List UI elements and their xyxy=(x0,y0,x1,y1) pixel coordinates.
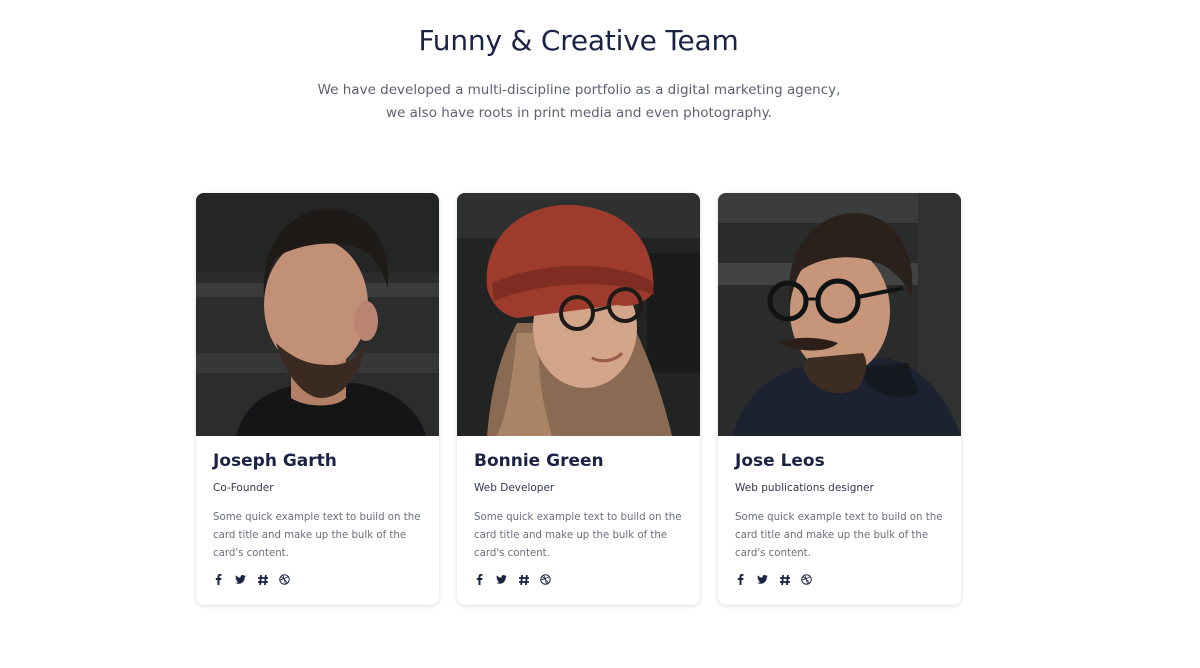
slack-icon[interactable] xyxy=(257,574,268,585)
team-card: Bonnie Green Web Developer Some quick ex… xyxy=(457,193,700,605)
twitter-icon[interactable] xyxy=(757,574,768,585)
member-description: Some quick example text to build on the … xyxy=(213,512,421,559)
dribbble-icon[interactable] xyxy=(279,574,290,585)
twitter-icon[interactable] xyxy=(496,574,507,585)
dribbble-icon[interactable] xyxy=(801,574,812,585)
twitter-icon[interactable] xyxy=(235,574,246,585)
team-card: Jose Leos Web publications designer Some… xyxy=(718,193,961,605)
social-links xyxy=(213,574,422,585)
card-body: Joseph Garth Co-Founder Some quick examp… xyxy=(196,436,439,585)
card-body: Jose Leos Web publications designer Some… xyxy=(718,436,961,585)
member-role: Web Developer xyxy=(474,482,555,494)
member-name: Jose Leos xyxy=(735,451,825,471)
team-card: Joseph Garth Co-Founder Some quick examp… xyxy=(196,193,439,605)
member-role: Co-Founder xyxy=(213,482,274,494)
section-title: Funny & Creative Team xyxy=(418,24,739,57)
member-name: Bonnie Green xyxy=(474,451,604,471)
member-role: Web publications designer xyxy=(735,482,874,494)
social-links xyxy=(735,574,944,585)
slack-icon[interactable] xyxy=(518,574,529,585)
section-lead: We have developed a multi-discipline por… xyxy=(317,82,841,121)
facebook-icon[interactable] xyxy=(474,574,485,585)
facebook-icon[interactable] xyxy=(735,574,746,585)
social-links xyxy=(474,574,683,585)
card-body: Bonnie Green Web Developer Some quick ex… xyxy=(457,436,700,585)
team-cards: Joseph Garth Co-Founder Some quick examp… xyxy=(196,193,961,605)
slack-icon[interactable] xyxy=(779,574,790,585)
member-photo xyxy=(196,193,439,436)
member-photo xyxy=(718,193,961,436)
dribbble-icon[interactable] xyxy=(540,574,551,585)
member-description: Some quick example text to build on the … xyxy=(474,512,682,559)
team-section: Funny & Creative Team We have developed … xyxy=(0,0,1200,668)
member-name: Joseph Garth xyxy=(213,451,337,471)
facebook-icon[interactable] xyxy=(213,574,224,585)
member-photo xyxy=(457,193,700,436)
member-description: Some quick example text to build on the … xyxy=(735,512,943,559)
